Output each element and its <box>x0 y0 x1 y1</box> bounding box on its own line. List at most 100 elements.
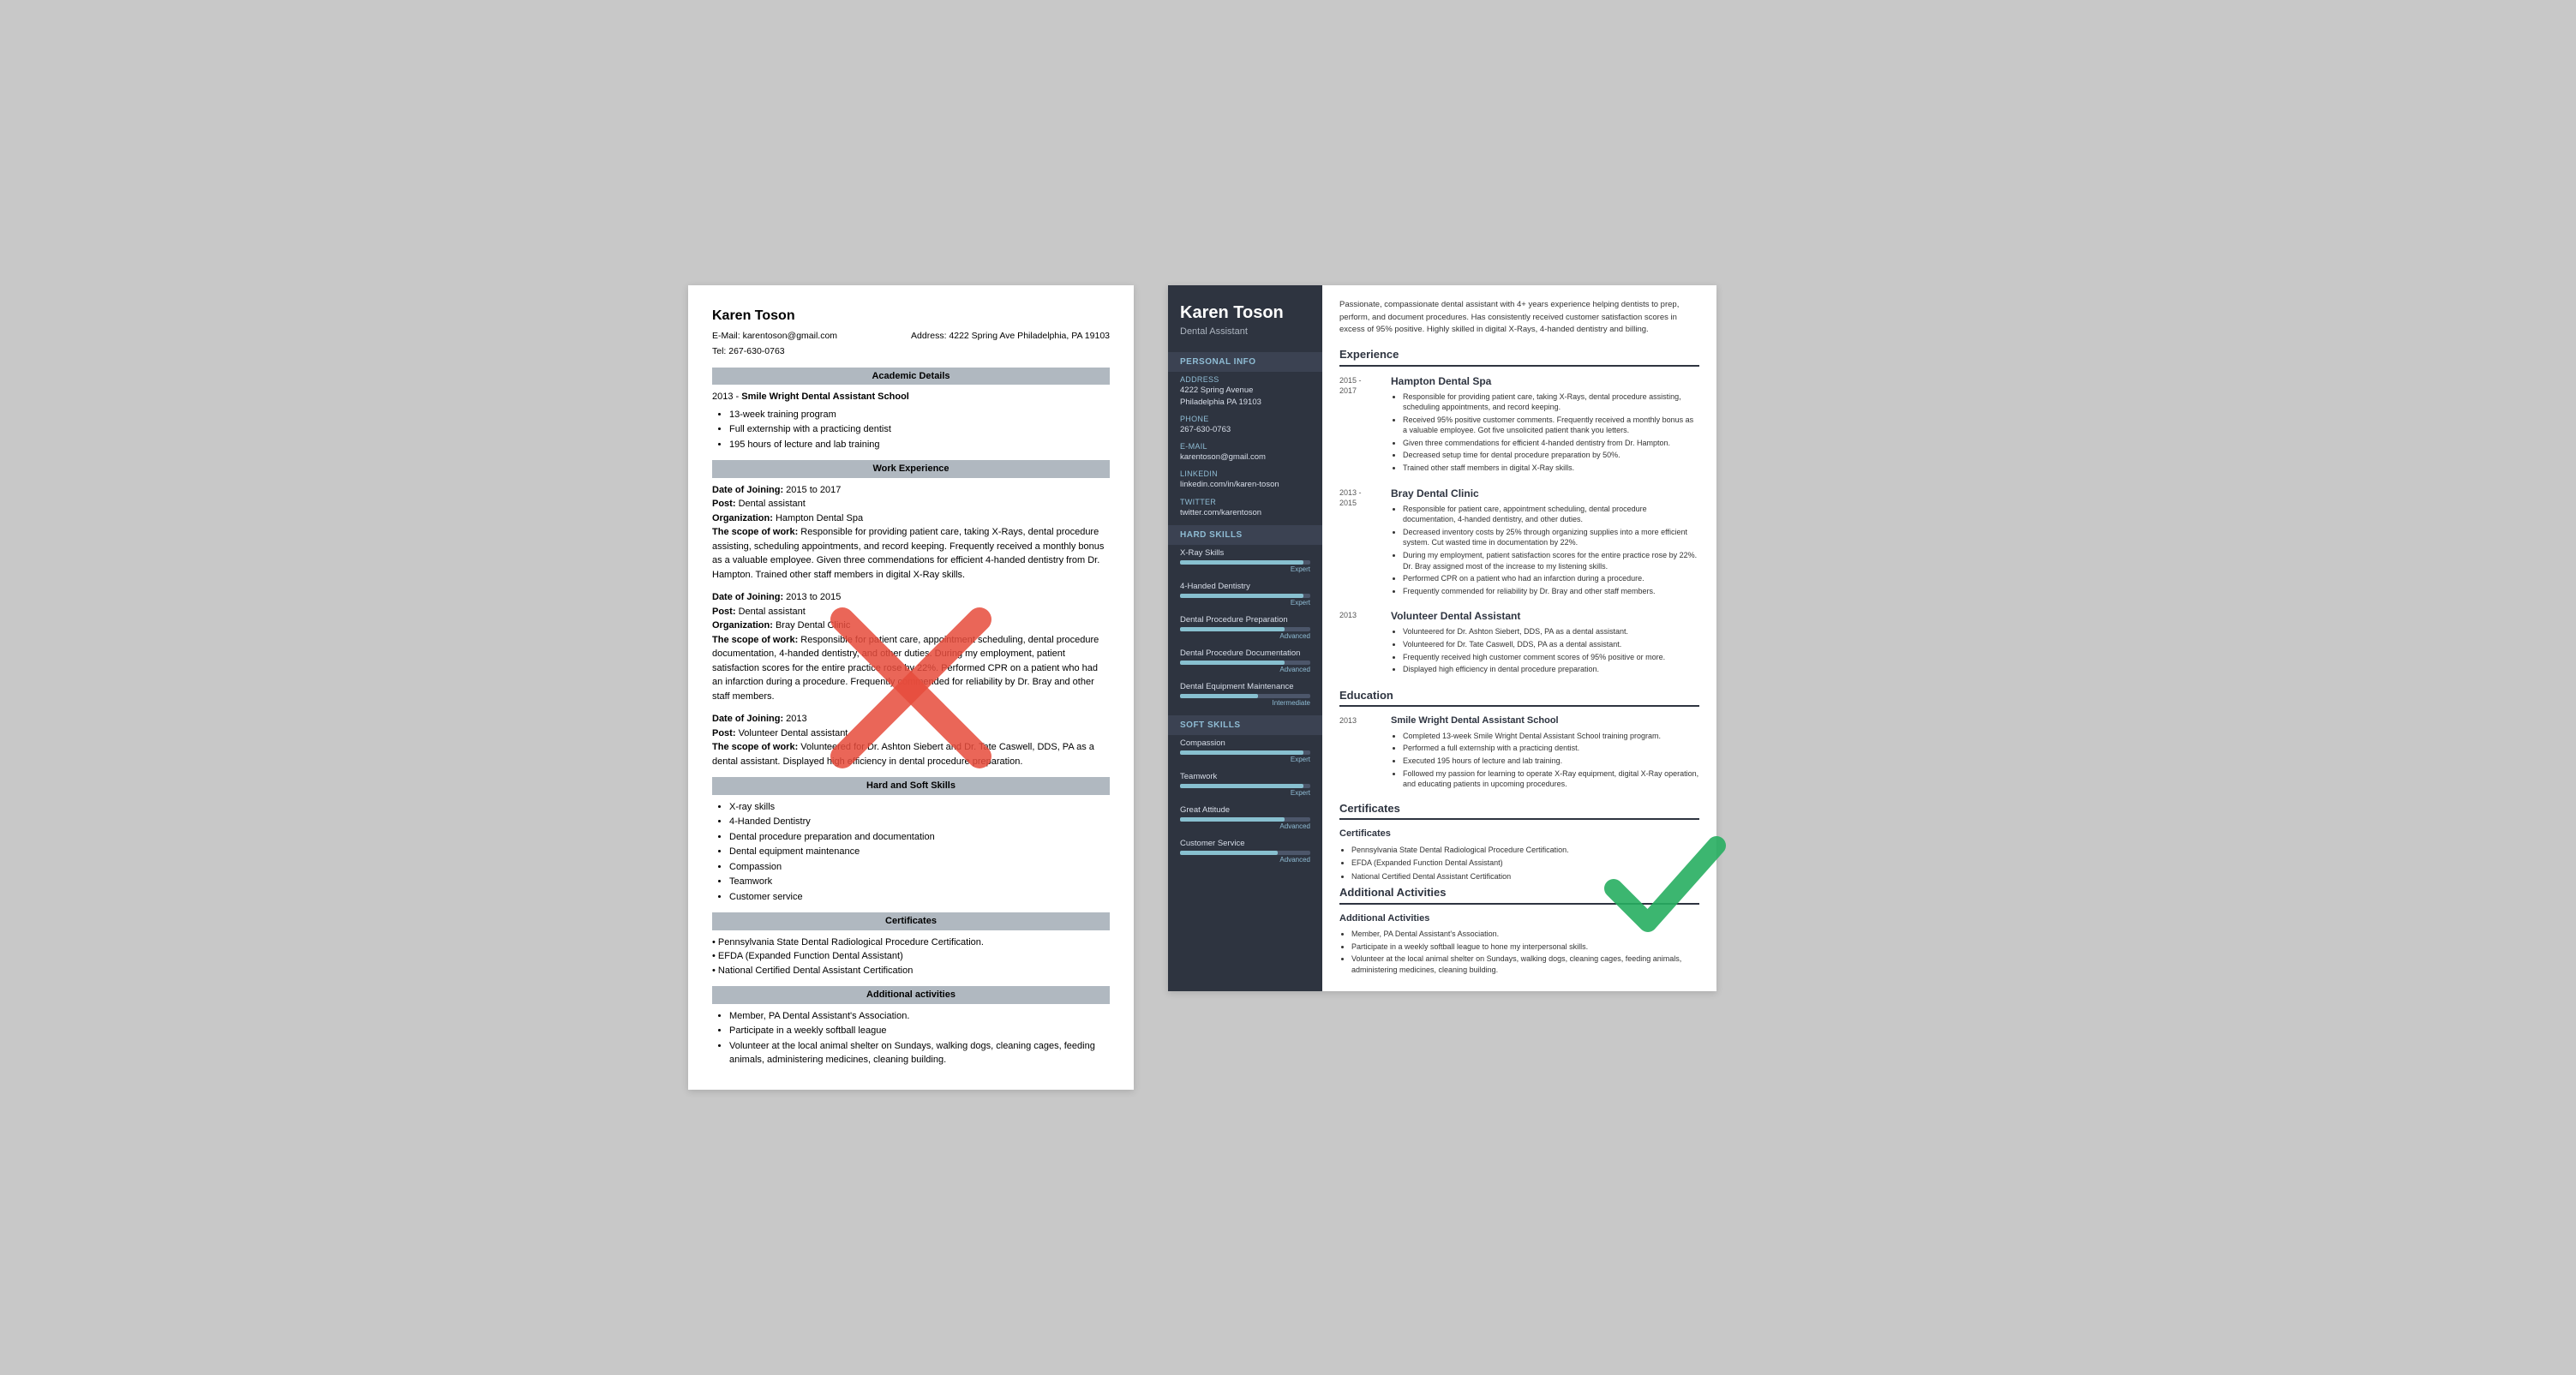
plain-skills-list: X-ray skills 4-Handed Dentistry Dental p… <box>712 800 1110 905</box>
sidebar-email-value: karentoson@gmail.com <box>1180 451 1310 463</box>
plain-work-scope-3: The scope of work: Volunteered for Dr. A… <box>712 740 1110 768</box>
exp-bullets: Responsible for patient care, appointmen… <box>1391 504 1699 597</box>
list-item: Participate in a weekly softball league … <box>1351 942 1699 953</box>
skill-maint: Dental Equipment Maintenance Intermediat… <box>1168 679 1322 712</box>
sidebar-soft-skills-title: Soft Skills <box>1168 715 1322 735</box>
list-item: Full externship with a practicing dentis… <box>729 422 1110 437</box>
skill-name: Customer Service <box>1180 839 1310 848</box>
exp-body: Volunteer Dental Assistant Volunteered f… <box>1391 608 1665 676</box>
sidebar-header: Karen Toson Dental Assistant <box>1168 285 1322 349</box>
list-item: Decreased inventory costs by 25% through… <box>1403 527 1699 548</box>
skill-bar-fill <box>1180 750 1303 755</box>
list-item: Displayed high efficiency in dental proc… <box>1403 664 1665 675</box>
sidebar-phone-value: 267-630-0763 <box>1180 424 1310 435</box>
plain-work-org-2: Organization: Bray Dental Clinic <box>712 619 1110 633</box>
activities-section-title: Additional Activities <box>1339 884 1699 905</box>
plain-work-entry-1: Date of Joining: 2015 to 2017 Post: Dent… <box>712 483 1110 583</box>
skill-name: Dental Procedure Documentation <box>1180 649 1310 658</box>
list-item: Executed 195 hours of lecture and lab tr… <box>1403 756 1699 767</box>
list-item: Pennsylvania State Dental Radiological P… <box>1351 845 1699 857</box>
skill-bar-bg <box>1180 784 1310 788</box>
list-item: Member, PA Dental Assistant's Associatio… <box>729 1009 1110 1024</box>
skill-4handed: 4-Handed Dentistry Expert <box>1168 578 1322 612</box>
plain-skills-title: Hard and Soft Skills <box>712 777 1110 795</box>
work-label: Organization: <box>712 620 776 631</box>
plain-work-entry-3: Date of Joining: 2013 Post: Volunteer De… <box>712 712 1110 768</box>
styled-sidebar: Karen Toson Dental Assistant Personal In… <box>1168 285 1322 990</box>
skill-bar-fill <box>1180 817 1285 822</box>
skill-name: Teamwork <box>1180 772 1310 781</box>
list-item: Volunteered for Dr. Ashton Siebert, DDS,… <box>1403 626 1665 637</box>
plain-work-dates-3: Date of Joining: 2013 <box>712 712 1110 726</box>
exp-company: Volunteer Dental Assistant <box>1391 608 1665 624</box>
activities-section: Additional Activities Member, PA Dental … <box>1339 912 1699 976</box>
list-item: Volunteered for Dr. Tate Caswell, DDS, P… <box>1403 639 1665 650</box>
plain-work-dates-1: Date of Joining: 2015 to 2017 <box>712 483 1110 498</box>
exp-bullets: Volunteered for Dr. Ashton Siebert, DDS,… <box>1391 626 1665 674</box>
exp-body: Bray Dental Clinic Responsible for patie… <box>1391 486 1699 599</box>
work-label: Organization: <box>712 513 776 523</box>
plain-activities-list: Member, PA Dental Assistant's Associatio… <box>712 1009 1110 1067</box>
skill-doc: Dental Procedure Documentation Advanced <box>1168 645 1322 679</box>
list-item: Completed 13-week Smile Wright Dental As… <box>1403 731 1699 742</box>
skill-bar-fill <box>1180 560 1303 565</box>
skill-bar-bg <box>1180 661 1310 665</box>
plain-email: E-Mail: karentoson@gmail.com <box>712 330 837 344</box>
certs-section-title: Certificates <box>1339 800 1699 821</box>
skill-bar-fill <box>1180 661 1285 665</box>
sidebar-title: Dental Assistant <box>1180 326 1310 337</box>
skill-xray: X-Ray Skills Expert <box>1168 545 1322 578</box>
plain-academic-title: Academic Details <box>712 368 1110 386</box>
list-item: Trained other staff members in digital X… <box>1403 463 1699 474</box>
education-section-title: Education <box>1339 687 1699 708</box>
list-item: • Pennsylvania State Dental Radiological… <box>712 936 1110 950</box>
edu-date: 2013 <box>1339 714 1382 791</box>
list-item: 13-week training program <box>729 408 1110 422</box>
skill-name: Great Attitude <box>1180 805 1310 815</box>
skill-customer: Customer Service Advanced <box>1168 835 1322 869</box>
plain-academic-bullets: 13-week training program Full externship… <box>712 408 1110 452</box>
edu-body: Smile Wright Dental Assistant School Com… <box>1391 714 1699 791</box>
edu-entry: 2013 Smile Wright Dental Assistant Schoo… <box>1339 714 1699 791</box>
list-item: Compassion <box>729 860 1110 875</box>
skill-teamwork: Teamwork Expert <box>1168 768 1322 802</box>
skill-level: Expert <box>1180 599 1310 607</box>
list-item: Participate in a weekly softball league <box>729 1024 1110 1038</box>
styled-resume: Karen Toson Dental Assistant Personal In… <box>1168 285 1716 990</box>
activities-bullets: Member, PA Dental Assistant's Associatio… <box>1339 929 1699 975</box>
skill-name: 4-Handed Dentistry <box>1180 582 1310 591</box>
work-label: The scope of work: <box>712 635 800 645</box>
skill-bar-fill <box>1180 784 1303 788</box>
edu-school: Smile Wright Dental Assistant School <box>1391 714 1699 728</box>
edu-bullets: Completed 13-week Smile Wright Dental As… <box>1391 731 1699 790</box>
list-item: Dental procedure preparation and documen… <box>729 830 1110 845</box>
plain-work-org-1: Organization: Hampton Dental Spa <box>712 511 1110 526</box>
list-item: Frequently commended for reliability by … <box>1403 586 1699 597</box>
summary: Passionate, compassionate dental assista… <box>1339 299 1699 336</box>
exp-bullets: Responsible for providing patient care, … <box>1391 392 1699 474</box>
sidebar-linkedin-field: LinkedIn linkedin.com/in/karen-toson <box>1168 466 1322 493</box>
work-label: Post: <box>712 607 739 617</box>
work-value: Dental assistant <box>739 607 806 617</box>
plain-certs-list: • Pennsylvania State Dental Radiological… <box>712 936 1110 978</box>
work-value: 2013 to 2015 <box>786 592 841 602</box>
plain-work-entry-2: Date of Joining: 2013 to 2015 Post: Dent… <box>712 590 1110 703</box>
plain-work-post-1: Post: Dental assistant <box>712 497 1110 511</box>
skill-level: Advanced <box>1180 632 1310 640</box>
cert-bullets: Pennsylvania State Dental Radiological P… <box>1339 845 1699 883</box>
list-item: Volunteer at the local animal shelter on… <box>729 1039 1110 1067</box>
sidebar-hard-skills-title: Hard Skills <box>1168 525 1322 545</box>
sidebar-address-label: Address <box>1180 375 1310 384</box>
skill-prep: Dental Procedure Preparation Advanced <box>1168 612 1322 645</box>
work-label: The scope of work: <box>712 742 800 752</box>
plain-header: Karen Toson E-Mail: karentoson@gmail.com… <box>712 306 1110 359</box>
list-item: Customer service <box>729 890 1110 905</box>
cert-subtitle: Certificates <box>1339 827 1699 841</box>
work-label: Post: <box>712 499 739 509</box>
plain-address: Address: 4222 Spring Ave Philadelphia, P… <box>911 330 1110 344</box>
work-label: Date of Joining: <box>712 485 786 495</box>
list-item: Performed CPR on a patient who had an in… <box>1403 573 1699 584</box>
list-item: 195 hours of lecture and lab training <box>729 438 1110 452</box>
main-content: Passionate, compassionate dental assista… <box>1322 285 1716 990</box>
list-item: X-ray skills <box>729 800 1110 815</box>
